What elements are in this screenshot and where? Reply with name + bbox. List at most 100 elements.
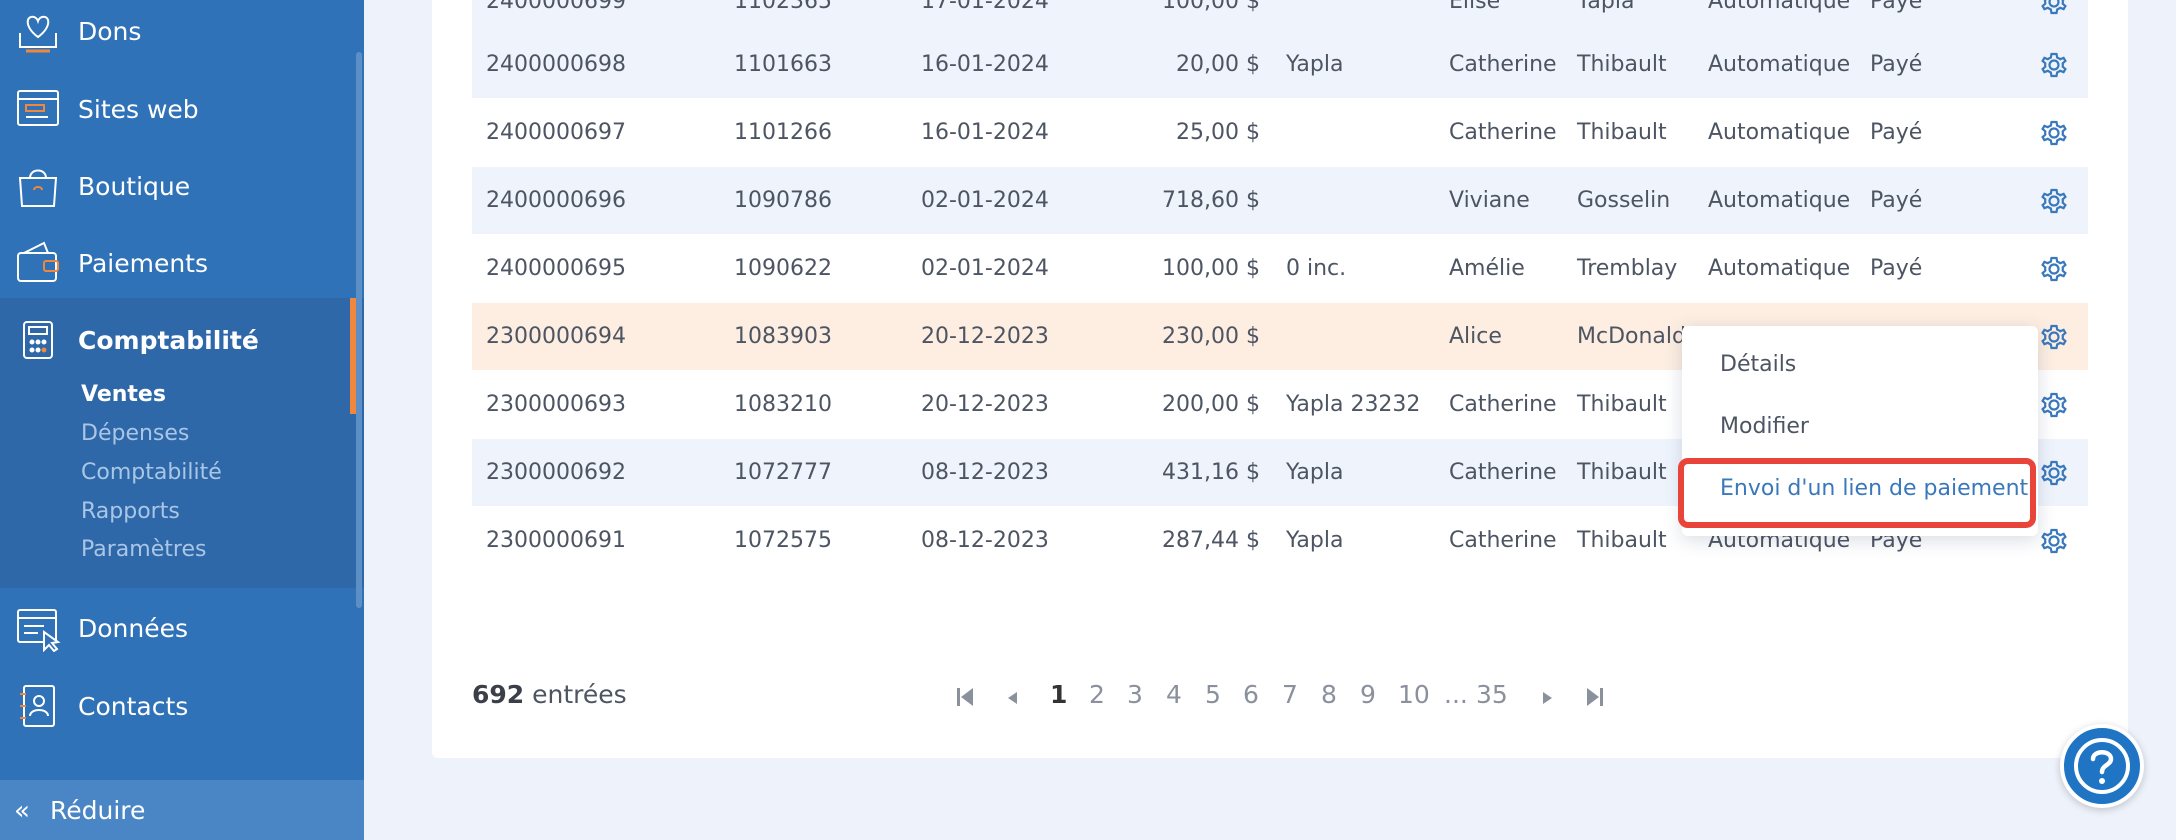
page-3[interactable]: 3 xyxy=(1127,680,1143,712)
sidebar-item-label: Dons xyxy=(78,16,142,46)
payment-type-cell: Automatique xyxy=(1708,120,1851,145)
next-page-icon[interactable] xyxy=(1541,690,1555,706)
help-button[interactable] xyxy=(2060,724,2144,808)
first-name-cell: Alice xyxy=(1449,324,1502,349)
row-settings-gear-icon[interactable] xyxy=(2038,321,2070,353)
first-page-icon[interactable] xyxy=(956,685,976,709)
first-name-cell: Catherine xyxy=(1449,52,1557,77)
amount-cell: 230,00 $ xyxy=(1162,324,1260,349)
sidebar-subitem-rapports[interactable]: Rapports xyxy=(81,499,180,524)
page-10[interactable]: 10 xyxy=(1398,680,1430,712)
last-page-icon[interactable] xyxy=(1584,685,1604,709)
contact-book-icon xyxy=(14,682,62,730)
first-name-cell: Viviane xyxy=(1449,188,1530,213)
menu-item-details[interactable]: Détails xyxy=(1720,352,1796,377)
callout-highlight xyxy=(1678,458,2036,528)
last-name-cell: Tremblay xyxy=(1577,256,1678,281)
entries-count: 692 entrées xyxy=(472,680,627,709)
sidebar-item-label: Boutique xyxy=(78,171,191,201)
page-4[interactable]: 4 xyxy=(1166,680,1182,712)
table-row[interactable]: 2400000697 1101266 16-01-2024 Catherine Thib… xyxy=(472,99,2088,166)
page-9[interactable]: 9 xyxy=(1360,680,1376,712)
table-row[interactable]: 2400000698 1101663 16-01-2024 Yapla Catherin… xyxy=(472,31,2088,98)
sidebar: Dons Sites web Boutique Paiements Compta… xyxy=(0,0,364,840)
table-row[interactable]: 2400000699 1102365 17-01-2024 Elise Yapla Aut… xyxy=(472,0,2088,35)
first-name-cell: Catherine xyxy=(1449,120,1557,145)
page-5[interactable]: 5 xyxy=(1205,680,1221,712)
sidebar-subitem-parametres[interactable]: Paramètres xyxy=(81,537,206,562)
row-settings-gear-icon[interactable] xyxy=(2038,389,2070,421)
reduce-label: Réduire xyxy=(50,795,146,825)
calculator-icon xyxy=(14,316,62,364)
amount-cell: 200,00 $ xyxy=(1162,392,1260,417)
last-name-cell: Gosselin xyxy=(1577,188,1671,213)
last-name-cell: McDonald xyxy=(1577,324,1686,349)
shopping-bag-icon xyxy=(14,162,62,210)
sidebar-subitem-depenses[interactable]: Dépenses xyxy=(81,421,189,446)
last-name-cell: Yapla xyxy=(1577,0,1635,14)
page-7[interactable]: 7 xyxy=(1282,680,1298,712)
data-cursor-icon xyxy=(14,604,62,653)
sidebar-item-comptabilite[interactable]: Comptabilité xyxy=(0,310,364,370)
heart-box-icon xyxy=(14,7,62,55)
wallet-icon xyxy=(14,239,62,287)
first-name-cell: Elise xyxy=(1449,0,1501,14)
payment-type-cell: Automatique xyxy=(1708,52,1851,77)
row-settings-gear-icon[interactable] xyxy=(2038,117,2070,149)
page-6[interactable]: 6 xyxy=(1243,680,1259,712)
row-settings-gear-icon[interactable] xyxy=(2038,185,2070,217)
row-settings-gear-icon[interactable] xyxy=(2038,253,2070,285)
status-cell: Payé xyxy=(1870,256,1923,281)
page-35[interactable]: 35 xyxy=(1476,680,1508,712)
status-cell: Payé xyxy=(1870,120,1923,145)
sidebar-subitem-comptabilite[interactable]: Comptabilité xyxy=(81,460,222,485)
entries-number: 692 xyxy=(472,680,525,709)
row-settings-gear-icon[interactable] xyxy=(2038,49,2070,81)
prev-page-icon[interactable] xyxy=(1005,690,1019,706)
sidebar-item-dons[interactable]: Dons xyxy=(0,1,364,61)
source-cell: Yapla xyxy=(1286,528,1344,553)
question-mark-icon xyxy=(2074,738,2130,794)
row-settings-gear-icon[interactable] xyxy=(2038,0,2070,18)
sidebar-item-contacts[interactable]: Contacts xyxy=(0,676,364,736)
entries-label: entrées xyxy=(524,680,627,709)
first-name-cell: Catherine xyxy=(1449,528,1557,553)
status-cell: Payé xyxy=(1870,52,1923,77)
status-cell: Payé xyxy=(1870,0,1923,14)
table-row[interactable]: 2400000696 1090786 02-01-2024 Viviane Gossel… xyxy=(472,167,2088,234)
row-settings-gear-icon[interactable] xyxy=(2038,457,2070,489)
first-name-cell: Amélie xyxy=(1449,256,1525,281)
page-1[interactable]: 1 xyxy=(1050,680,1067,712)
page-ellipsis: ... xyxy=(1444,680,1468,709)
sidebar-item-label: Paiements xyxy=(78,248,209,278)
payment-type-cell: Automatique xyxy=(1708,256,1851,281)
first-name-cell: Catherine xyxy=(1449,392,1557,417)
sidebar-item-label: Contacts xyxy=(78,691,189,721)
amount-cell: 287,44 $ xyxy=(1162,528,1260,553)
sidebar-item-donnees[interactable]: Données xyxy=(0,598,364,658)
source-cell: Yapla 23232 xyxy=(1286,392,1421,417)
table-row[interactable]: 2400000695 1090622 02-01-2024 0 inc. Amélie T… xyxy=(472,235,2088,302)
last-name-cell: Thibault xyxy=(1577,120,1667,145)
amount-cell: 25,00 $ xyxy=(1176,120,1260,145)
sidebar-item-label: Données xyxy=(78,613,189,643)
page-8[interactable]: 8 xyxy=(1321,680,1337,712)
sidebar-item-sites-web[interactable]: Sites web xyxy=(0,79,364,139)
amount-cell: 718,60 $ xyxy=(1162,188,1260,213)
menu-item-modifier[interactable]: Modifier xyxy=(1720,414,1809,439)
reduce-sidebar-button[interactable]: « Réduire xyxy=(0,780,364,840)
sidebar-item-paiements[interactable]: Paiements xyxy=(0,233,364,293)
amount-cell: 431,16 $ xyxy=(1162,460,1260,485)
last-name-cell: Thibault xyxy=(1577,52,1667,77)
payment-type-cell: Automatique xyxy=(1708,0,1851,14)
page-2[interactable]: 2 xyxy=(1089,680,1105,712)
sidebar-subitem-ventes[interactable]: Ventes xyxy=(81,382,166,407)
last-name-cell: Thibault xyxy=(1577,392,1667,417)
first-name-cell: Catherine xyxy=(1449,460,1557,485)
amount-cell: 20,00 $ xyxy=(1176,52,1260,77)
payment-type-cell: Automatique xyxy=(1708,188,1851,213)
sidebar-item-label: Sites web xyxy=(78,94,199,124)
row-settings-gear-icon[interactable] xyxy=(2038,525,2070,557)
sidebar-item-boutique[interactable]: Boutique xyxy=(0,156,364,216)
double-chevron-left-icon: « xyxy=(14,796,30,826)
